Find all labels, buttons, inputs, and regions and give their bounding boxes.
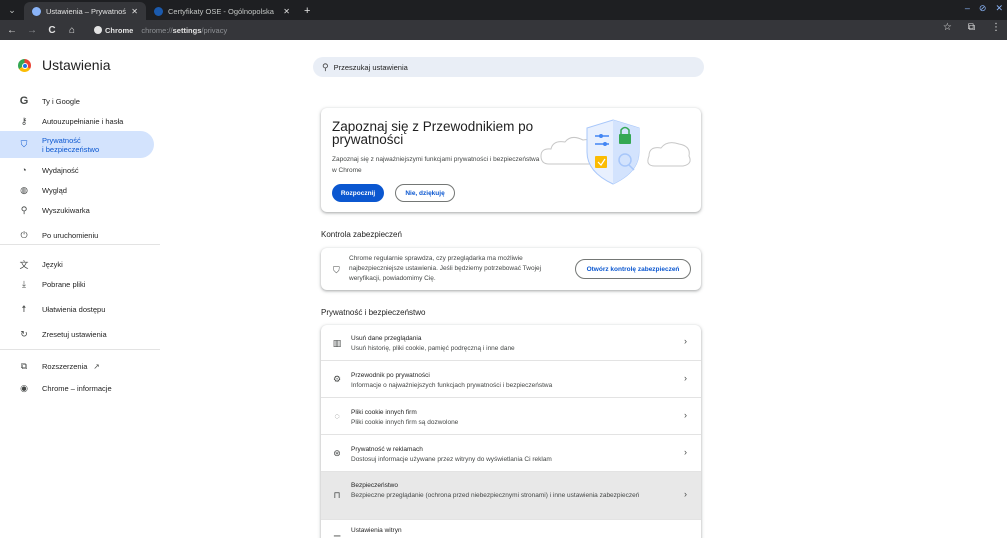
list-item-ad-privacy[interactable]: ⊛ Prywatność w reklamach Dostosuj inform…	[321, 435, 701, 472]
close-tab-icon[interactable]: ✕	[131, 7, 138, 16]
minimize-icon[interactable]: –	[965, 3, 970, 14]
tab-title: Certyfikaty OSE - Ogólnopolska	[168, 6, 274, 16]
sidebar-divider	[0, 349, 160, 350]
home-icon[interactable]: ⌂	[64, 25, 80, 36]
address-bar[interactable]: Chrome chrome://settings/privacy	[90, 22, 227, 38]
menu-kebab-icon[interactable]: ⋮	[991, 22, 1001, 33]
search-icon: ⚲	[20, 204, 28, 215]
safety-check-text: Chrome regularnie sprawdza, czy przegląd…	[349, 255, 542, 282]
site-settings-icon: ☰	[331, 534, 343, 538]
download-icon: ⤓	[22, 278, 26, 289]
site-chip-label: Chrome	[105, 25, 134, 35]
puzzle-icon: ⧉	[20, 360, 28, 371]
safety-check-heading: Kontrola zabezpieczeń	[321, 230, 402, 239]
chevron-right-icon: ›	[684, 410, 687, 420]
tab-settings[interactable]: Ustawienia – Prywatność i bez ✕	[24, 2, 146, 20]
accessibility-icon: ☨	[21, 303, 27, 314]
extensions-icon[interactable]: ⧉	[968, 22, 975, 33]
sidebar-divider	[0, 244, 160, 245]
dismiss-guide-button[interactable]: Nie, dziękuję	[395, 184, 455, 202]
chevron-down-icon[interactable]: ⌄	[0, 0, 24, 20]
forward-arrow-icon[interactable]: →	[24, 25, 40, 36]
chrome-icon: ◉	[20, 382, 28, 393]
cookie-icon: ◌	[334, 411, 340, 421]
sidebar-item-you-and-google[interactable]: G Ty i Google	[0, 91, 154, 111]
list-item-third-party-cookies[interactable]: ◌ Pliki cookie innych firm Pliki cookie …	[321, 398, 701, 435]
maximize-icon[interactable]: ⊘	[979, 3, 987, 14]
chrome-logo-icon	[18, 59, 31, 72]
page-title: Ustawienia	[42, 57, 111, 73]
settings-favicon-icon	[32, 6, 41, 16]
list-item-privacy-guide[interactable]: ⚙ Przewodnik po prywatności Informacje o…	[321, 361, 701, 398]
chevron-right-icon: ›	[684, 447, 687, 457]
browser-toolbar: ← → C ⌂ Chrome chrome://settings/privacy…	[0, 20, 1007, 40]
privacy-guide-title: Zapoznaj się z Przewodnikiem po prywatno…	[332, 119, 534, 147]
privacy-guide-description: Zapoznaj się z najważniejszymi funkcjami…	[332, 156, 540, 174]
url-text: chrome://settings/privacy	[141, 25, 228, 35]
sidebar-item-performance[interactable]: ◔ Wydajność	[0, 160, 154, 180]
chevron-right-icon: ›	[684, 336, 687, 346]
sidebar-item-privacy[interactable]: ⛉ Prywatność i bezpieczeństwo	[0, 131, 154, 158]
privacy-settings-list: ▥ Usuń dane przeglądania Usuń historię, …	[321, 325, 701, 538]
bookmark-star-icon[interactable]: ☆	[943, 22, 952, 33]
sidebar-item-languages[interactable]: 文 Języki	[0, 254, 154, 274]
privacy-guide-card: Zapoznaj się z Przewodnikiem po prywatno…	[321, 108, 701, 212]
sidebar-item-extensions[interactable]: ⧉ Rozszerzenia ↗	[0, 356, 154, 376]
close-tab-icon[interactable]: ✕	[283, 7, 290, 16]
search-icon: ⚲	[322, 61, 329, 72]
safety-check-card: ⛉ Chrome regularnie sprawdza, czy przegl…	[321, 248, 701, 290]
power-icon: ⏻	[20, 229, 28, 240]
ad-privacy-icon: ⊛	[333, 448, 341, 458]
key-icon: ⚷	[20, 115, 28, 126]
tab-certificates[interactable]: Certyfikaty OSE - Ogólnopolska ✕	[146, 2, 298, 20]
translate-icon: 文	[19, 259, 29, 270]
guide-icon: ⚙	[332, 374, 342, 384]
close-window-icon[interactable]: ✕	[995, 3, 1003, 14]
site-chip[interactable]: Chrome	[90, 26, 137, 35]
chevron-right-icon: ›	[684, 373, 687, 383]
privacy-section-heading: Prywatność i bezpieczeństwo	[321, 308, 426, 317]
list-item-security[interactable]: ⊓ Bezpieczeństwo Bezpieczne przeglądanie…	[321, 472, 701, 520]
settings-search-input[interactable]: ⚲ Przeszukaj ustawienia	[313, 57, 704, 77]
site-favicon-icon	[154, 6, 163, 16]
sidebar-item-downloads[interactable]: ⤓ Pobrane pliki	[0, 274, 154, 294]
privacy-guide-illustration	[540, 119, 691, 185]
new-tab-button[interactable]: +	[298, 2, 316, 20]
chevron-right-icon: ›	[684, 489, 687, 499]
palette-icon: ◍	[20, 184, 28, 195]
sidebar-item-on-startup[interactable]: ⏻ Po uruchomieniu	[0, 225, 154, 245]
reset-icon: ↻	[20, 328, 28, 339]
sidebar-item-search-engine[interactable]: ⚲ Wyszukiwarka	[0, 200, 154, 220]
tab-title: Ustawienia – Prywatność i bez	[46, 6, 127, 16]
shield-icon: ⛉	[20, 139, 28, 149]
window-controls: – ⊘ ✕	[965, 3, 1003, 14]
shield-icon: ⛉	[333, 265, 340, 275]
external-link-icon: ↗	[93, 361, 100, 371]
tab-strip: ⌄ Ustawienia – Prywatność i bez ✕ Certyf…	[0, 0, 1007, 20]
trash-icon: ▥	[332, 338, 342, 348]
sidebar-item-reset[interactable]: ↻ Zresetuj ustawienia	[0, 324, 154, 344]
chrome-icon	[94, 26, 102, 34]
reload-icon[interactable]: C	[44, 25, 60, 36]
lock-icon: ⊓	[333, 490, 341, 500]
sidebar-item-appearance[interactable]: ◍ Wygląd	[0, 180, 154, 200]
sidebar-item-autofill[interactable]: ⚷ Autouzupełnianie i hasła	[0, 111, 154, 131]
list-item-site-settings[interactable]: ☰ Ustawienia witryn	[321, 520, 701, 538]
sidebar-item-accessibility[interactable]: ☨ Ułatwienia dostępu	[0, 299, 154, 319]
list-item-clear-browsing-data[interactable]: ▥ Usuń dane przeglądania Usuń historię, …	[321, 325, 701, 361]
open-safety-check-button[interactable]: Otwórz kontrolę zabezpieczeń	[575, 259, 691, 279]
search-placeholder: Przeszukaj ustawienia	[333, 62, 408, 72]
sidebar-item-about-chrome[interactable]: ◉ Chrome – informacje	[0, 378, 154, 398]
google-icon: G	[19, 95, 29, 107]
start-guide-button[interactable]: Rozpocznij	[332, 184, 384, 202]
back-arrow-icon[interactable]: ←	[4, 25, 20, 36]
speedometer-icon: ◔	[21, 165, 27, 175]
